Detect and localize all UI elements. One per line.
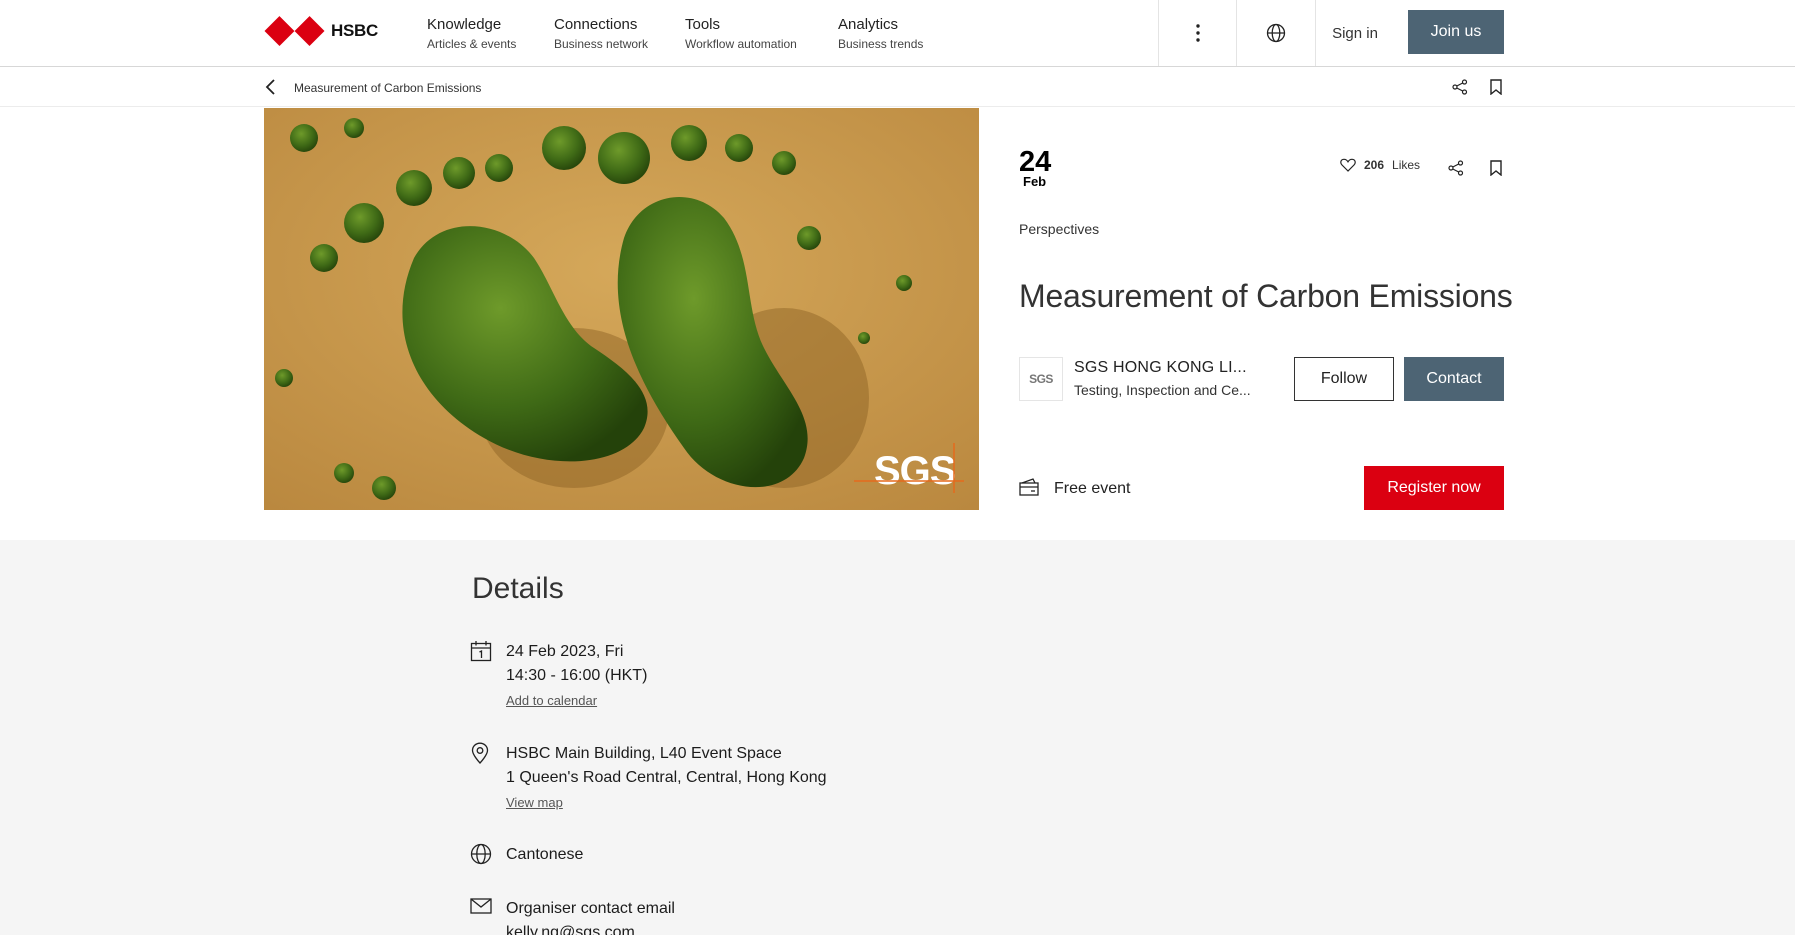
- nav-knowledge[interactable]: Knowledge Articles & events: [427, 16, 516, 51]
- nav-connections-subtitle: Business network: [554, 37, 649, 51]
- join-us-button[interactable]: Join us: [1408, 10, 1504, 54]
- globe-icon: [470, 843, 492, 870]
- event-price: Free event: [1054, 480, 1131, 497]
- organiser-industry: Testing, Inspection and Ce...: [1074, 382, 1251, 398]
- more-menu-button[interactable]: [1158, 0, 1236, 66]
- back-button[interactable]: [264, 79, 278, 100]
- location-pin-icon: [470, 742, 490, 769]
- sign-in-link[interactable]: Sign in: [1315, 0, 1394, 66]
- details-heading: Details: [472, 572, 564, 605]
- chevron-left-icon: [265, 79, 275, 95]
- venue-name: HSBC Main Building, L40 Event Space: [506, 745, 782, 762]
- organiser-name[interactable]: SGS HONG KONG LI...: [1074, 359, 1247, 377]
- event-language: Cantonese: [506, 846, 584, 863]
- event-time: 14:30 - 16:00 (HKT): [506, 667, 648, 684]
- nav-analytics[interactable]: Analytics Business trends: [838, 16, 923, 51]
- footprint-forest-image: SGS: [264, 108, 979, 510]
- hsbc-logo[interactable]: HSBC: [264, 16, 378, 46]
- hsbc-hexagon-icon: [264, 16, 325, 46]
- breadcrumb-bar: Measurement of Carbon Emissions: [0, 67, 1795, 107]
- add-to-calendar-link[interactable]: Add to calendar: [506, 688, 647, 714]
- nav-connections-title: Connections: [554, 16, 638, 33]
- event-month: Feb: [1023, 174, 1047, 189]
- event-category: Perspectives: [1019, 221, 1100, 237]
- calendar-icon: [470, 640, 492, 667]
- bookmark-icon: [1490, 79, 1502, 96]
- nav-tools-subtitle: Workflow automation: [685, 37, 797, 51]
- organiser-avatar[interactable]: SGS: [1019, 357, 1063, 401]
- breadcrumb: Measurement of Carbon Emissions: [294, 81, 482, 95]
- top-navigation: HSBC Knowledge Articles & events Connect…: [0, 0, 1795, 67]
- details-section: Details 24 Feb 2023, Fri 14:30 - 16:00 (…: [0, 540, 1795, 935]
- brand-name: HSBC: [331, 21, 378, 40]
- page-title: Measurement of Carbon Emissions: [1019, 278, 1513, 314]
- more-vertical-icon: [1195, 24, 1200, 42]
- share-icon: [1452, 79, 1468, 95]
- event-bookmark-button[interactable]: [1489, 160, 1503, 181]
- share-button[interactable]: [1452, 79, 1468, 100]
- nav-knowledge-title: Knowledge: [427, 16, 502, 33]
- bookmark-icon: [1490, 160, 1502, 177]
- heart-icon: [1340, 158, 1356, 172]
- venue-address: 1 Queen's Road Central, Central, Hong Ko…: [506, 769, 827, 786]
- likes-button[interactable]: 206 Likes: [1340, 158, 1420, 172]
- language-button[interactable]: [1236, 0, 1315, 66]
- nav-knowledge-subtitle: Articles & events: [427, 37, 517, 51]
- view-map-link[interactable]: View map: [506, 790, 827, 816]
- nav-analytics-title: Analytics: [838, 16, 899, 33]
- share-icon: [1448, 160, 1464, 176]
- follow-button[interactable]: Follow: [1294, 357, 1394, 401]
- mail-icon: [470, 897, 492, 920]
- nav-tools-title: Tools: [685, 16, 721, 33]
- likes-count: 206: [1364, 158, 1385, 172]
- ticket-icon: [1019, 478, 1039, 501]
- event-hero-image: SGS: [264, 108, 979, 510]
- register-button[interactable]: Register now: [1364, 466, 1504, 510]
- event-share-button[interactable]: [1448, 160, 1464, 181]
- likes-label: Likes: [1392, 158, 1421, 172]
- bookmark-button[interactable]: [1489, 79, 1503, 100]
- contact-button[interactable]: Contact: [1404, 357, 1504, 401]
- nav-connections[interactable]: Connections Business network: [554, 16, 648, 51]
- nav-tools[interactable]: Tools Workflow automation: [685, 16, 797, 51]
- contact-email-label: Organiser contact email: [506, 900, 675, 917]
- event-date: 24 Feb 2023, Fri: [506, 643, 624, 660]
- globe-icon: [1266, 23, 1286, 43]
- sgs-image-logo: SGS: [874, 449, 956, 493]
- contact-email[interactable]: kelly.ng@sgs.com: [506, 921, 675, 935]
- nav-analytics-subtitle: Business trends: [838, 37, 924, 51]
